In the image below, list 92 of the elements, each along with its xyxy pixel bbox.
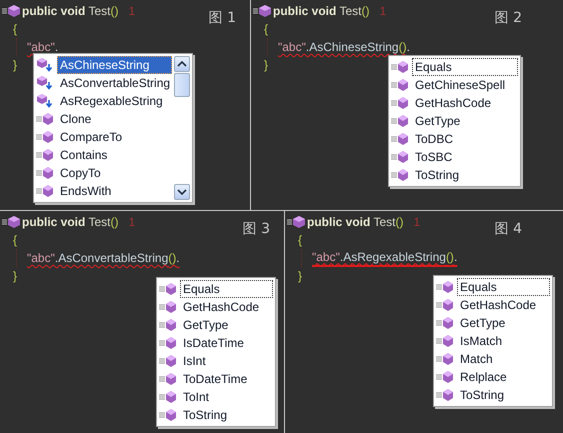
method-icon: [287, 215, 307, 229]
completion-item[interactable]: Match: [457, 350, 550, 368]
completion-item[interactable]: IsMatch: [457, 332, 550, 350]
figure-label: 图 4: [494, 220, 522, 238]
reference-count: 1: [379, 4, 386, 18]
scrollbar[interactable]: [174, 56, 190, 200]
method-icon: [2, 4, 22, 18]
method-icon: [436, 370, 454, 384]
method-icon: [391, 114, 409, 128]
completion-item[interactable]: GetType: [412, 112, 518, 130]
method-icon: [436, 388, 454, 402]
completion-item[interactable]: Contains: [57, 146, 172, 164]
figure-label: 图 2: [494, 9, 522, 27]
method-signature: public void Test(): [22, 215, 118, 229]
scroll-thumb[interactable]: [174, 73, 190, 97]
method-icon: [436, 352, 454, 366]
method-icon: [391, 96, 409, 110]
method-icon: [391, 132, 409, 146]
scroll-up-icon[interactable]: [174, 56, 190, 72]
completion-item[interactable]: IsDateTime: [180, 334, 273, 352]
extension-method-icon: [36, 76, 54, 90]
method-icon: [36, 166, 54, 180]
method-icon: [436, 280, 454, 294]
method-signature: public void Test(): [307, 215, 404, 229]
method-icon: [391, 150, 409, 164]
brace: }: [13, 58, 18, 72]
completion-item[interactable]: ToString: [457, 386, 550, 404]
method-icon: [36, 148, 54, 162]
method-icon: [253, 4, 273, 18]
method-signature: public void Test(): [273, 4, 370, 18]
brace: }: [264, 58, 268, 72]
completion-item[interactable]: ToDateTime: [180, 370, 273, 388]
method-icon: [159, 300, 177, 314]
completion-item[interactable]: Clone: [57, 110, 172, 128]
scroll-down-icon[interactable]: [174, 184, 190, 200]
completion-item[interactable]: Relplace: [457, 368, 550, 386]
method-icon: [159, 336, 177, 350]
completion-item[interactable]: Equals: [412, 58, 518, 76]
method-icon: [436, 298, 454, 312]
completion-item[interactable]: ToDBC: [412, 130, 518, 148]
extension-method-icon: [36, 58, 54, 72]
brace: }: [13, 269, 18, 283]
completion-item[interactable]: AsChineseString: [57, 56, 172, 74]
completion-item[interactable]: ToString: [180, 406, 273, 424]
completion-item[interactable]: EndsWith: [57, 182, 172, 200]
method-icon: [36, 112, 54, 126]
completion-item[interactable]: GetType: [180, 316, 273, 334]
reference-count: 1: [128, 215, 136, 229]
completion-item[interactable]: IsInt: [180, 352, 273, 370]
completion-item[interactable]: GetHashCode: [412, 94, 518, 112]
method-icon: [391, 78, 409, 92]
brace: {: [298, 233, 302, 247]
method-icon: [159, 408, 177, 422]
brace: {: [13, 22, 18, 36]
code-expression: "abc".AsChineseString().: [278, 40, 410, 54]
method-icon: [2, 215, 22, 229]
completion-item[interactable]: ToSBC: [412, 148, 518, 166]
completion-item[interactable]: GetHashCode: [180, 298, 273, 316]
code-expression: "abc".AsConvertableString().: [27, 251, 180, 265]
figure-label: 图 1: [208, 9, 236, 27]
method-icon: [391, 60, 409, 74]
method-icon: [436, 316, 454, 330]
method-signature: public void Test(): [22, 4, 118, 18]
completion-item[interactable]: Equals: [180, 280, 273, 298]
method-icon: [159, 318, 177, 332]
extension-method-icon: [36, 94, 54, 108]
reference-count: 1: [128, 4, 136, 18]
method-icon: [159, 282, 177, 296]
completion-item[interactable]: CopyTo: [57, 164, 172, 182]
method-icon: [159, 354, 177, 368]
completion-item[interactable]: CompareTo: [57, 128, 172, 146]
brace: {: [264, 22, 268, 36]
method-icon: [36, 130, 54, 144]
figure-label: 图 3: [242, 220, 270, 238]
method-icon: [391, 168, 409, 182]
method-icon: [36, 184, 54, 198]
code-expression: "abc".AsRegexableString().: [312, 250, 458, 266]
completion-item[interactable]: AsConvertableString: [57, 74, 174, 92]
completion-item[interactable]: Equals: [457, 278, 550, 296]
reference-count: 1: [413, 215, 420, 229]
completion-item[interactable]: GetType: [457, 314, 550, 332]
method-icon: [159, 390, 177, 404]
completion-item[interactable]: GetHashCode: [457, 296, 550, 314]
method-icon: [436, 334, 454, 348]
brace: {: [13, 233, 18, 247]
brace: }: [298, 269, 302, 283]
completion-item[interactable]: AsRegexableString: [57, 92, 172, 110]
completion-item[interactable]: ToString: [412, 166, 518, 184]
completion-item[interactable]: GetChineseSpell: [412, 76, 518, 94]
completion-item[interactable]: ToInt: [180, 388, 273, 406]
code-expression: "abc".: [27, 40, 58, 54]
method-icon: [159, 372, 177, 386]
